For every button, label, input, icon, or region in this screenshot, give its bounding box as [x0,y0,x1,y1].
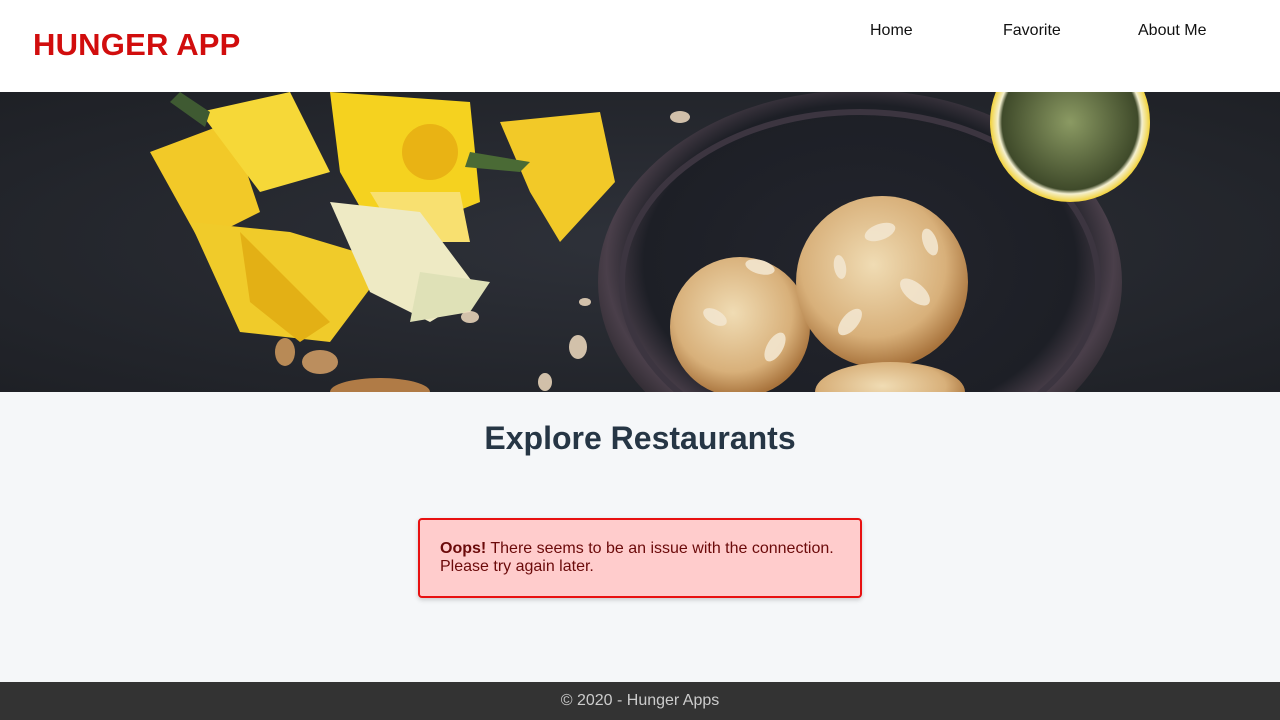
connection-error-alert: Oops! There seems to be an issue with th… [418,518,862,598]
brand-logo[interactable]: HUNGER APP [33,27,241,63]
hero-image [0,92,1280,392]
error-heading: Oops! [440,540,487,557]
nav-item-favorite[interactable]: Favorite [1003,22,1061,40]
footer: © 2020 - Hunger Apps [0,682,1280,720]
app-header: HUNGER APP Home Favorite About Me [0,0,1280,92]
footer-copyright: © 2020 - Hunger Apps [560,692,720,709]
error-message: There seems to be an issue with the conn… [440,540,834,575]
food-hero-illustration [0,92,1280,392]
nav-item-home[interactable]: Home [870,22,913,40]
page-title: Explore Restaurants [484,420,796,456]
main-content: Explore Restaurants Oops! There seems to… [0,392,1280,682]
nav-item-about-me[interactable]: About Me [1138,22,1206,40]
